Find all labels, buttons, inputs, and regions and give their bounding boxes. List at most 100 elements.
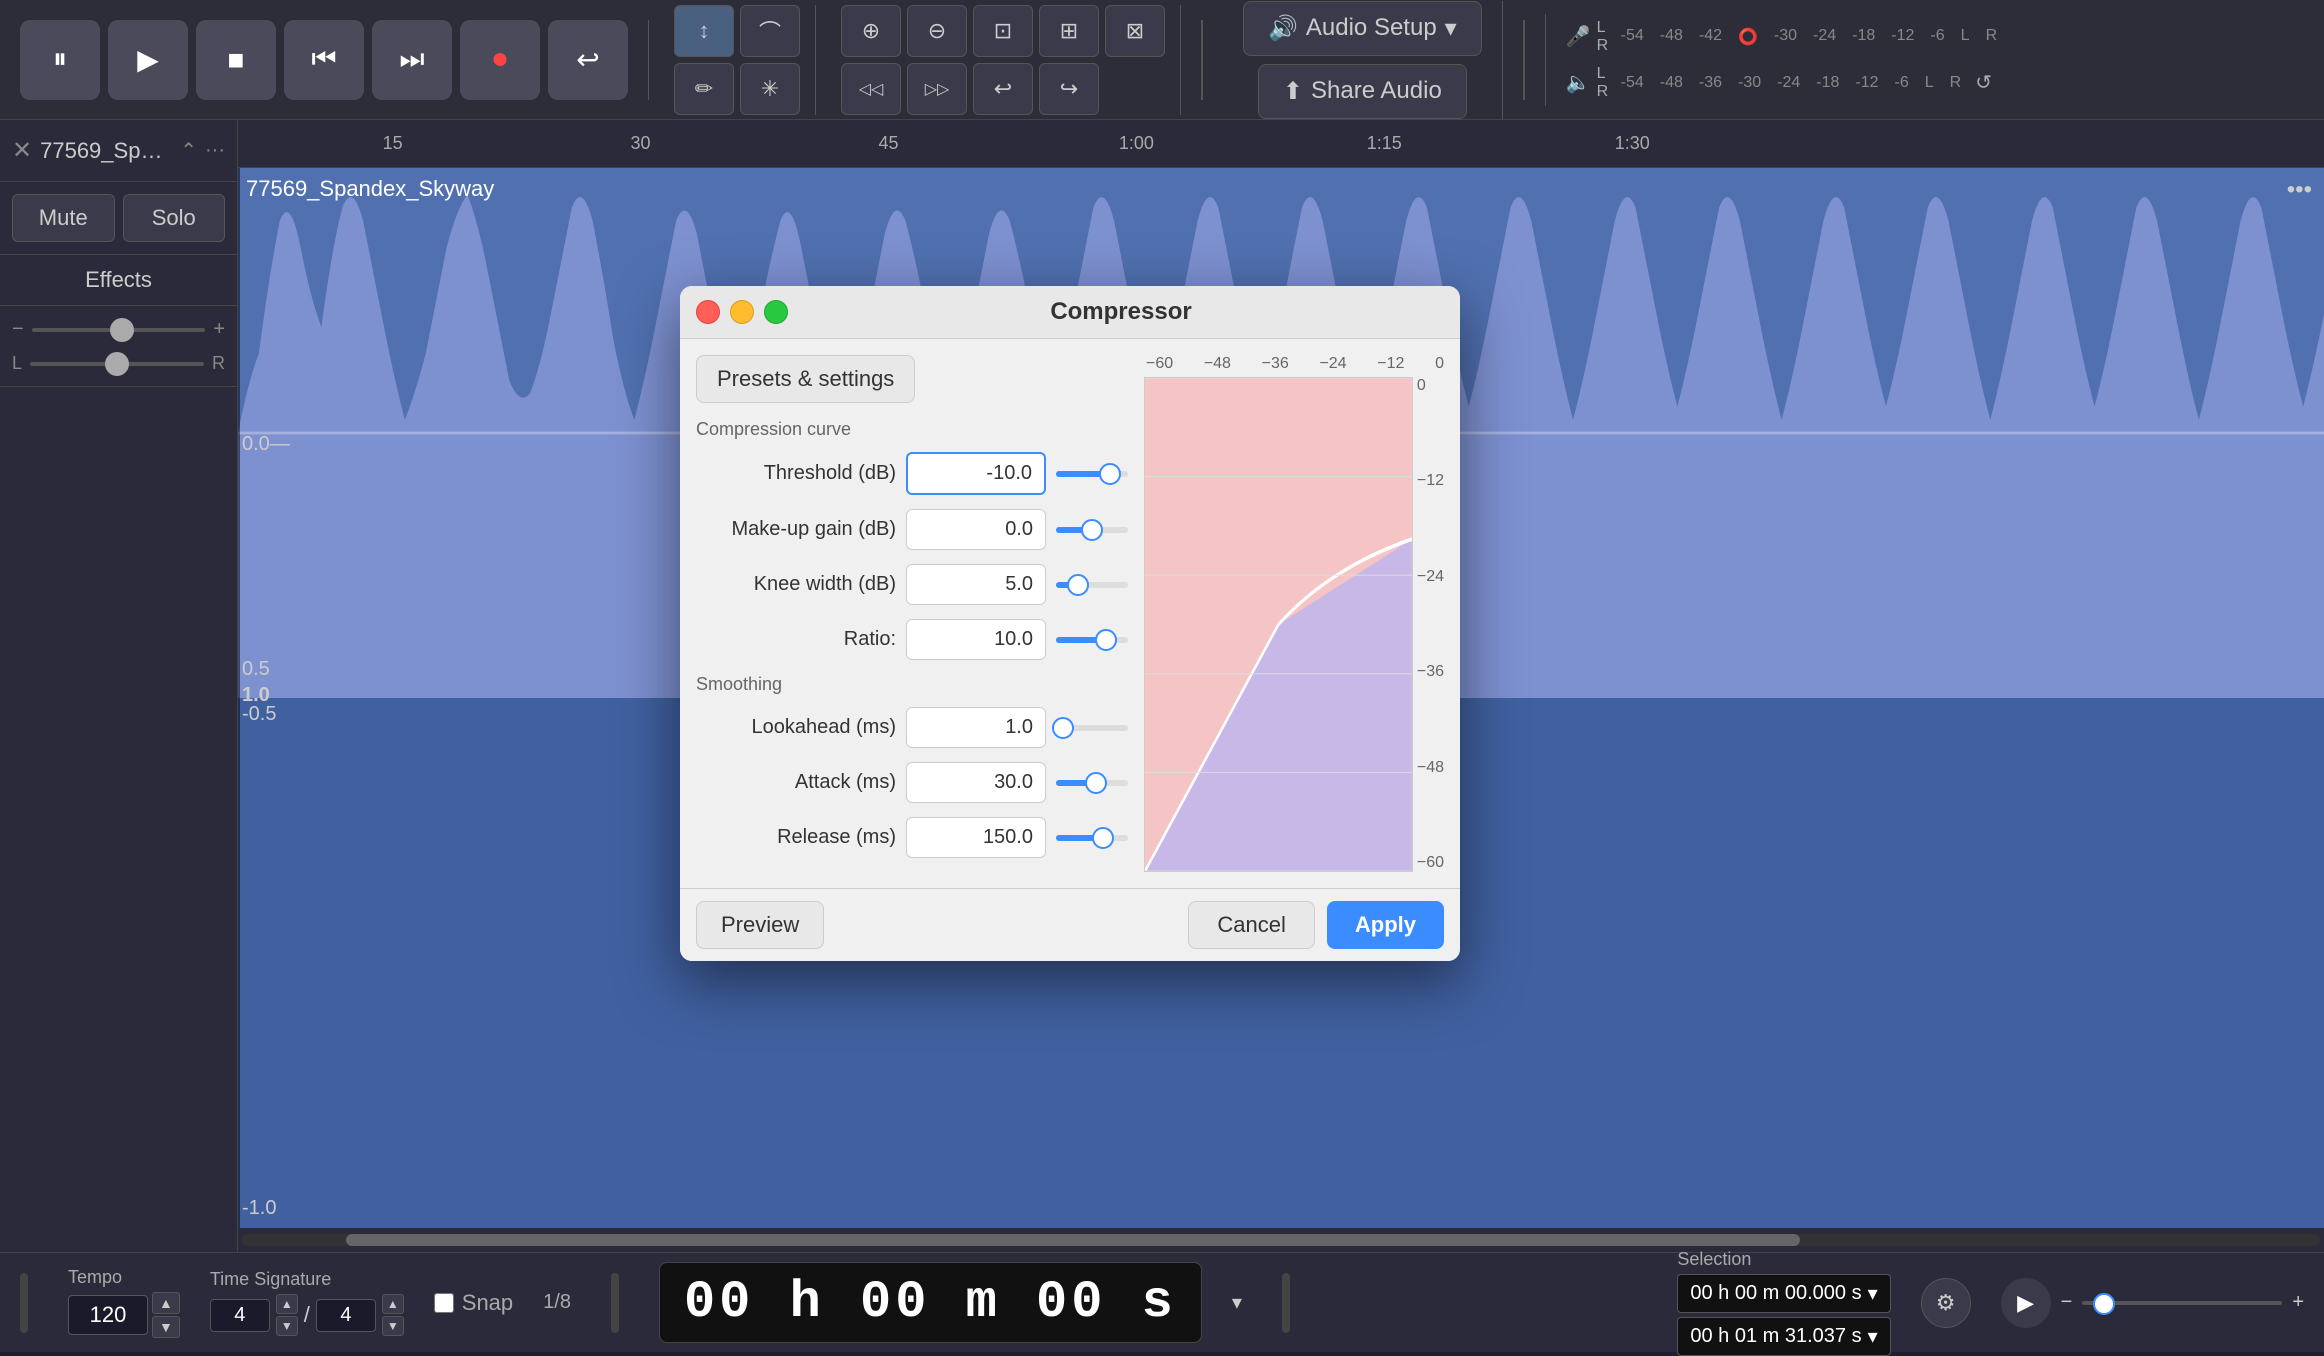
zoom-in-button[interactable]: ⊕ [841,5,901,57]
cursor-tool-button[interactable]: ↕ [674,5,734,57]
playback-speed-slider[interactable] [2082,1301,2282,1305]
ratio-slider-thumb[interactable] [1095,629,1117,651]
attack-slider-thumb[interactable] [1085,772,1107,794]
ruler-tick-30: 30 [631,133,651,154]
lookahead-slider-thumb[interactable] [1052,717,1074,739]
attack-slider[interactable] [1056,780,1128,786]
resize-handle-3[interactable] [1282,1273,1290,1333]
release-slider[interactable] [1056,835,1128,841]
track-menu-icon[interactable]: ··· [205,139,225,162]
makeup-slider-thumb[interactable] [1081,519,1103,541]
scrollbar-container [238,1228,2324,1252]
time-sig-den-input[interactable] [316,1299,376,1332]
toolbar: ⏸ ▶ ■ ⏮ ⏭ ⏺ ↩ ↕ ⌒ ✏ ✳ ⊕ ⊖ ⊡ ⊞ ⊠ ◁◁ ▷▷ ↩ … [0,0,2324,120]
settings-gear-button[interactable]: ⚙ [1921,1278,1971,1328]
time-sig-label: Time Signature [210,1269,404,1290]
upload-icon: ⬆ [1283,77,1303,106]
stop-button[interactable]: ■ [196,20,276,100]
star-tool-button[interactable]: ✳ [740,63,800,115]
pan-thumb[interactable] [105,352,129,376]
rewind-button[interactable]: ⏮ [284,20,364,100]
selection-start-dropdown[interactable]: ▾ [1868,1281,1878,1306]
scrollbar-thumb[interactable] [346,1234,1801,1246]
audio-setup-button[interactable]: 🔊 Audio Setup ▾ [1243,1,1482,56]
tempo-up-button[interactable]: ▲ [152,1292,180,1314]
time-signature-section: Time Signature ▲ ▼ / ▲ ▼ [210,1269,404,1336]
pause-button[interactable]: ⏸ [20,20,100,100]
release-slider-container [1056,835,1128,841]
release-slider-thumb[interactable] [1092,827,1114,849]
zoom-fit-button[interactable]: ⊡ [973,5,1033,57]
cancel-button[interactable]: Cancel [1188,901,1314,949]
threshold-input[interactable] [906,452,1046,495]
knee-input[interactable] [906,564,1046,605]
close-window-button[interactable] [696,300,720,324]
playback-play-button[interactable]: ▶ [2001,1278,2051,1328]
lookahead-input[interactable] [906,707,1046,748]
preview-button[interactable]: Preview [696,901,824,949]
play-button[interactable]: ▶ [108,20,188,100]
time-sig-den-up[interactable]: ▲ [382,1294,404,1314]
volume-slider[interactable] [32,328,206,332]
playhead [238,168,240,1228]
makeup-slider[interactable] [1056,527,1128,533]
apply-button[interactable]: Apply [1327,901,1444,949]
track-expand-icon[interactable]: ⌃ [180,138,197,163]
traffic-light [696,300,788,324]
time-sig-num-input[interactable] [210,1299,270,1332]
zoom-sel-button[interactable]: ⊞ [1039,5,1099,57]
knee-slider[interactable] [1056,582,1128,588]
redo-button[interactable]: ↪ [1039,63,1099,115]
tempo-down-button[interactable]: ▼ [152,1316,180,1338]
ratio-slider[interactable] [1056,637,1128,643]
trim1-button[interactable]: ◁◁ [841,63,901,115]
time-sig-den-down[interactable]: ▼ [382,1316,404,1336]
solo-button[interactable]: Solo [123,194,226,242]
time-sig-num-up[interactable]: ▲ [276,1294,298,1314]
tempo-input[interactable] [68,1295,148,1335]
effects-button[interactable]: Effects [0,255,237,306]
reset-icon: ↺ [1975,70,1992,95]
playback-slider-thumb[interactable] [2093,1293,2115,1315]
release-input[interactable] [906,817,1046,858]
maximize-window-button[interactable] [764,300,788,324]
ratio-input[interactable] [906,619,1046,660]
knee-row: Knee width (dB) [696,564,1128,605]
time-sig-num-down[interactable]: ▼ [276,1316,298,1336]
loop-button[interactable]: ↩ [548,20,628,100]
ratio-label: Ratio: [696,628,896,651]
lookahead-slider-container [1056,725,1128,731]
track-more-button[interactable]: ••• [2287,176,2312,204]
scrollbar-track[interactable] [242,1234,2320,1246]
threshold-slider[interactable] [1056,471,1128,477]
zoom-full-button[interactable]: ⊠ [1105,5,1165,57]
resize-handle-2[interactable] [611,1273,619,1333]
threshold-slider-thumb[interactable] [1099,463,1121,485]
volume-thumb[interactable] [110,318,134,342]
share-audio-button[interactable]: ⬆ Share Audio [1258,64,1467,119]
minimize-window-button[interactable] [730,300,754,324]
threshold-row: Threshold (dB) [696,452,1128,495]
knee-slider-thumb[interactable] [1067,574,1089,596]
pan-slider[interactable] [30,362,204,366]
time-dropdown-arrow[interactable]: ▾ [1232,1290,1242,1315]
zoom-out-button[interactable]: ⊖ [907,5,967,57]
waveform-track-name: 77569_Spandex_Skyway [246,176,494,202]
attack-input[interactable] [906,762,1046,803]
selection-end-dropdown[interactable]: ▾ [1868,1324,1878,1349]
playback-speed-minus-icon: − [2061,1291,2073,1314]
connect-tool-button[interactable]: ⌒ [740,5,800,57]
presets-settings-button[interactable]: Presets & settings [696,355,915,403]
lookahead-slider[interactable] [1056,725,1128,731]
forward-button[interactable]: ⏭ [372,20,452,100]
undo-button[interactable]: ↩ [973,63,1033,115]
record-button[interactable]: ⏺ [460,20,540,100]
pencil-tool-button[interactable]: ✏ [674,63,734,115]
track-close-icon[interactable]: ✕ [12,136,32,165]
resize-handle[interactable] [20,1273,28,1333]
mute-button[interactable]: Mute [12,194,115,242]
timeline-ruler: 15 30 45 1:00 1:15 1:30 [238,120,2324,168]
trim2-button[interactable]: ▷▷ [907,63,967,115]
snap-checkbox[interactable] [434,1293,454,1313]
makeup-input[interactable] [906,509,1046,550]
